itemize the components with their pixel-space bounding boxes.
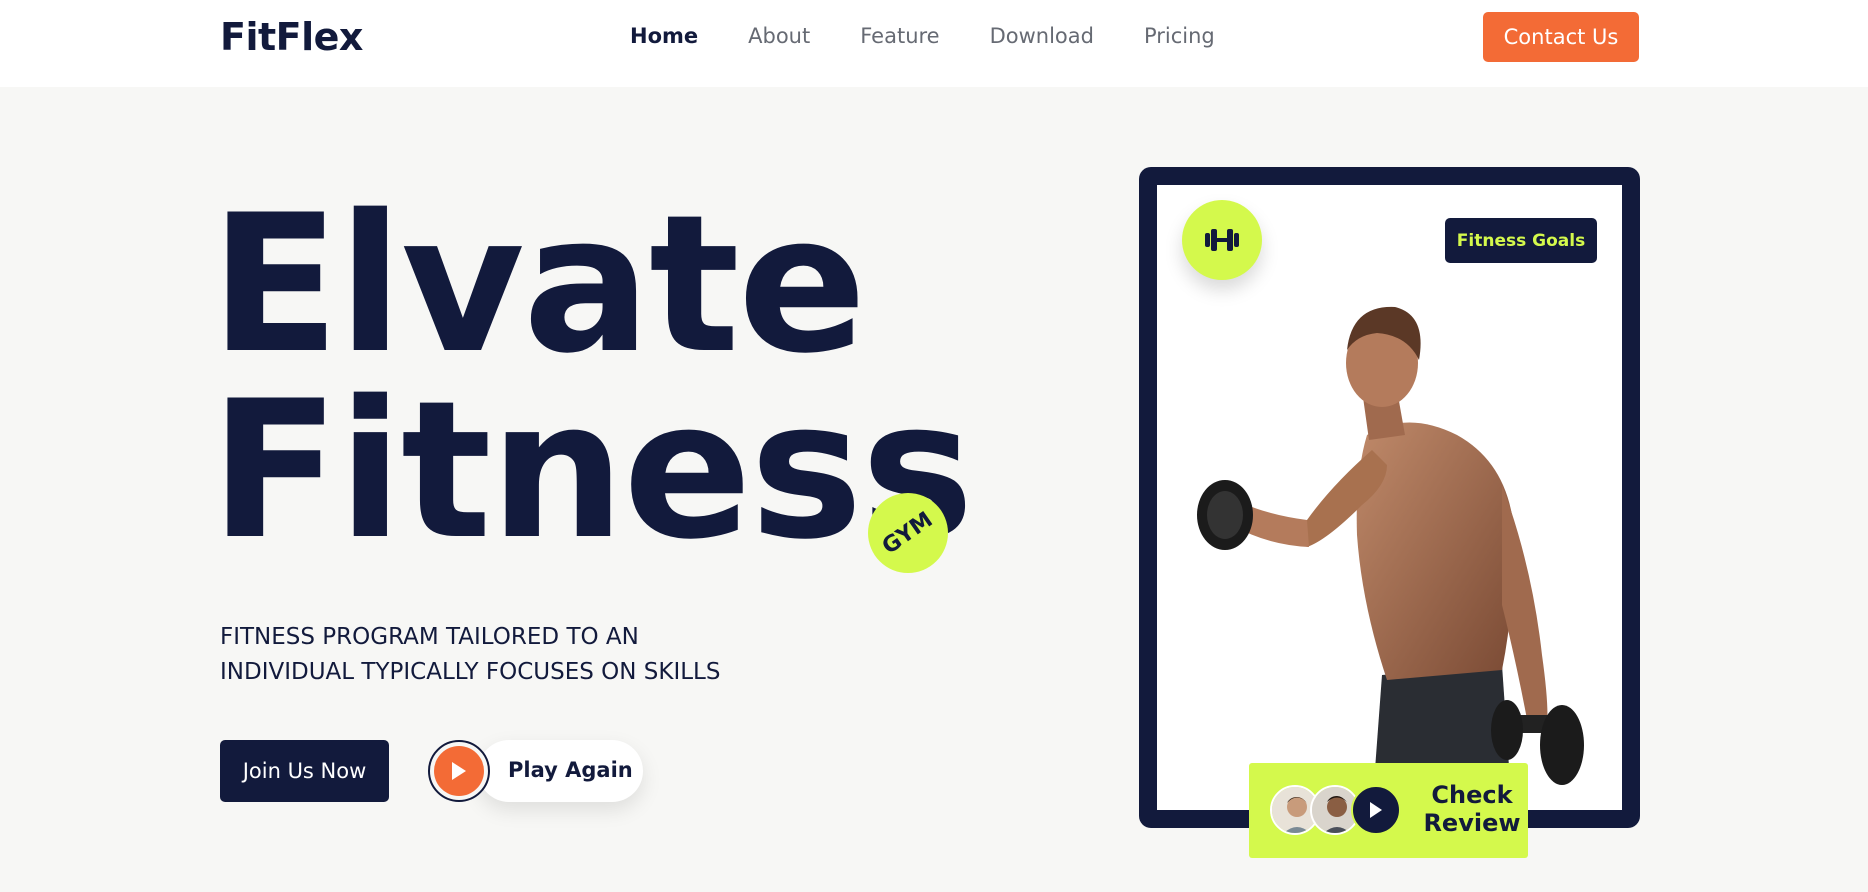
dumbbell-icon xyxy=(1205,229,1239,251)
nav-item-pricing[interactable]: Pricing xyxy=(1144,24,1215,48)
check-review-line1: Check xyxy=(1431,781,1513,809)
hero-tagline: FITNESS PROGRAM TAILORED TO AN INDIVIDUA… xyxy=(220,620,780,690)
nav-item-download[interactable]: Download xyxy=(990,24,1094,48)
top-navbar: FitFlex Home About Feature Download Pric… xyxy=(0,0,1868,87)
nav-item-feature[interactable]: Feature xyxy=(860,24,939,48)
play-again-label: Play Again xyxy=(508,758,633,782)
review-play-icon[interactable] xyxy=(1351,785,1401,835)
join-us-button[interactable]: Join Us Now xyxy=(220,740,389,802)
play-again-button[interactable]: Play Again xyxy=(428,740,643,802)
check-review-line2: Review xyxy=(1423,809,1521,837)
gym-badge-label: GYM xyxy=(878,506,938,560)
hero-tagline-line2: INDIVIDUAL TYPICALLY FOCUSES ON SKILLS xyxy=(220,659,721,685)
hero-headline-line2: Fitness xyxy=(210,360,974,581)
check-review-label: Check Review xyxy=(1422,781,1522,837)
contact-us-button[interactable]: Contact Us xyxy=(1483,12,1639,62)
brand-logo[interactable]: FitFlex xyxy=(220,15,363,59)
check-review-card[interactable]: Check Review xyxy=(1249,763,1528,858)
hero-headline-line1: Elvate xyxy=(210,174,867,395)
gym-badge: GYM xyxy=(868,493,948,573)
nav-item-home[interactable]: Home xyxy=(630,24,698,48)
fitness-goals-tag: Fitness Goals xyxy=(1445,218,1597,263)
nav-item-about[interactable]: About xyxy=(748,24,810,48)
dumbbell-badge xyxy=(1182,200,1262,280)
nav-menu: Home About Feature Download Pricing xyxy=(630,24,1215,48)
play-icon xyxy=(434,746,484,796)
hero-tagline-line1: FITNESS PROGRAM TAILORED TO AN xyxy=(220,624,639,650)
